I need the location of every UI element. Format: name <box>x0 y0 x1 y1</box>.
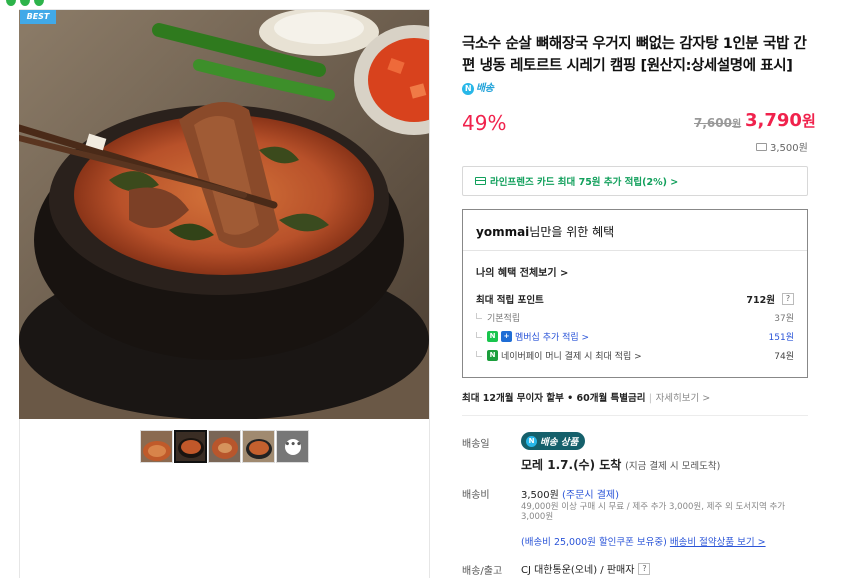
plus-icon: + <box>501 331 512 342</box>
decor-blob <box>20 0 30 6</box>
max-points-label: 최대 적립 포인트 <box>476 295 544 306</box>
delivery-type-text: 배송 상품 <box>540 437 579 448</box>
top-strip <box>0 0 849 9</box>
naver-n-icon: N <box>487 331 498 342</box>
naver-n-icon: N <box>462 83 474 95</box>
sale-price-value: 3,790 <box>745 110 802 131</box>
thumbnail-selected[interactable] <box>174 430 207 463</box>
decor-blob <box>6 0 16 6</box>
npay-points-link[interactable]: 네이버페이 머니 결제 시 최대 적립 > <box>501 349 642 362</box>
saving-products-link[interactable]: 배송비 절약상품 보기 > <box>670 537 766 548</box>
installment-info: 최대 12개월 무이자 할부 • 60개월 특별금리 | 자세히보기 > <box>462 390 710 404</box>
divider <box>462 415 808 416</box>
best-badge: BEST <box>20 10 56 24</box>
max-points-row: 최대 적립 포인트 712원? <box>476 292 794 306</box>
shipping-fee: 3,500원 (주문시 결제) <box>521 486 619 501</box>
card-benefit-link[interactable]: 라인프렌즈 카드 최대 75원 추가 적립(2%) > <box>462 166 808 196</box>
naver-n-icon: N <box>526 435 537 447</box>
card-icon <box>475 177 486 185</box>
decor-blob <box>34 0 44 6</box>
delivery-date-label: 배송일 <box>462 439 490 450</box>
installment-detail-link[interactable]: 자세히보기 > <box>656 393 711 404</box>
shipping-fee-note: 49,000원 이상 구매 시 무료 / 제주 추가 3,000원, 제주 외 … <box>521 502 786 522</box>
product-title-text: 극소수 순살 뼈해장국 우거지 뼈없는 감자탕 1인분 국밥 간편 냉동 레토르… <box>462 36 807 74</box>
npay-points-value: 74원 <box>774 352 794 362</box>
original-price: 7,600원 <box>694 115 741 130</box>
more-images-button[interactable]: ••• <box>276 430 309 463</box>
question-icon[interactable]: ? <box>782 293 794 305</box>
shipping-fee-link[interactable]: (주문시 결제) <box>562 490 619 501</box>
card-benefit-text: 라인프렌즈 카드 최대 75원 추가 적립(2%) > <box>490 177 679 188</box>
tree-connector <box>476 312 482 319</box>
thumbnail-strip: ••• <box>140 430 309 463</box>
discount-rate: 49% <box>462 111 507 135</box>
truck-icon <box>756 142 767 151</box>
benefit-box: yommai님만을 위한 혜택 나의 혜택 전체보기 > 최대 적립 포인트 7… <box>462 209 808 378</box>
max-points-value: 712원 <box>746 295 775 306</box>
npay-points-row: N 네이버페이 머니 결제 시 최대 적립 > 74원 <box>476 349 794 362</box>
installment-text: 최대 12개월 무이자 할부 • 60개월 특별금리 <box>462 393 646 404</box>
shipping-fee-label: 배송비 <box>462 490 490 501</box>
naver-pay-icon: N <box>487 350 498 361</box>
tree-connector <box>476 331 482 338</box>
product-page: BEST ••• 극소수 순살 뼈해장국 우거지 뼈없는 감자탕 1인분 국밥 … <box>0 0 849 578</box>
carrier-info: CJ 대한통운(오네) / 판매자 ? <box>521 561 651 576</box>
membership-points-row: N + 멤버십 추가 적립 > 151원 <box>476 330 794 343</box>
arrival-note: (지금 결제 시 모레도착) <box>625 461 721 472</box>
sale-price-unit: 원 <box>801 112 816 130</box>
shipping-fee-value: 3,500원 <box>521 490 559 501</box>
original-price-value: 7,600 <box>694 116 732 130</box>
thumbnail[interactable] <box>242 430 275 463</box>
delivery-type-badge: N 배송 상품 <box>521 432 586 450</box>
shipping-fee-text: 3,500원 <box>770 143 808 154</box>
naver-delivery-badge: N 배송 <box>462 78 494 100</box>
my-benefits-link[interactable]: 나의 혜택 전체보기 > <box>476 264 568 279</box>
basic-points-label: 기본적립 <box>487 314 521 324</box>
product-title: 극소수 순살 뼈해장국 우거지 뼈없는 감자탕 1인분 국밥 간편 냉동 레토르… <box>462 33 810 100</box>
shipping-coupon-line: (배송비 25,000원 할인쿠폰 보유중) 배송비 절약상품 보기 > <box>521 534 766 548</box>
arrival-date: 모레 1.7.(수) 도착 <box>521 458 622 472</box>
tree-connector <box>476 350 482 357</box>
benefit-title: yommai님만을 위한 혜택 <box>476 223 614 240</box>
naver-delivery-label: 배송 <box>476 83 494 94</box>
benefit-user: yommai <box>476 225 530 239</box>
divider <box>463 250 807 251</box>
carrier-value: CJ 대한통운(오네) / 판매자 <box>521 565 635 576</box>
arrival-info: 모레 1.7.(수) 도착 (지금 결제 시 모레도착) <box>521 456 720 473</box>
coupon-text: (배송비 25,000원 할인쿠폰 보유중) <box>521 537 667 548</box>
basic-points-value: 37원 <box>774 314 794 324</box>
carrier-label: 배송/출고 <box>462 566 503 577</box>
more-icon: ••• <box>284 438 302 455</box>
sale-price: 3,790원 <box>745 110 816 131</box>
benefit-title-rest: 님만을 위한 혜택 <box>529 225 615 239</box>
separator: | <box>648 393 656 404</box>
membership-points-value: 151원 <box>768 333 794 343</box>
main-product-image[interactable] <box>19 10 429 419</box>
question-icon[interactable]: ? <box>638 562 651 575</box>
basic-points-row: 기본적립 37원 <box>476 311 794 324</box>
thumbnail[interactable] <box>208 430 241 463</box>
thumbnail[interactable] <box>140 430 173 463</box>
original-price-unit: 원 <box>731 119 742 130</box>
membership-points-link[interactable]: 멤버십 추가 적립 > <box>515 330 589 343</box>
shipping-fee-summary: 3,500원 <box>756 139 808 154</box>
